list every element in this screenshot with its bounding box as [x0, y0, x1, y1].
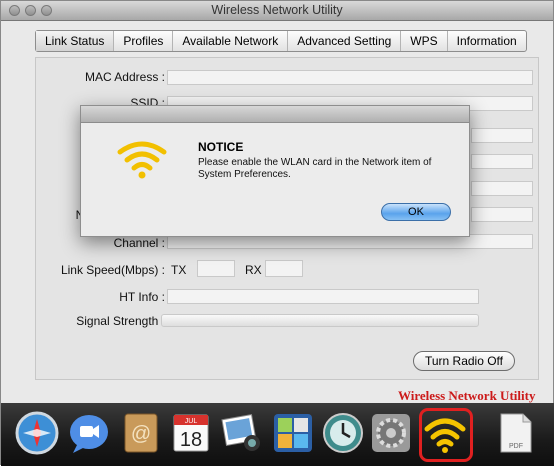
window-title: Wireless Network Utility: [211, 3, 343, 17]
link-speed-label: Link Speed(Mbps) :: [60, 263, 165, 277]
safari-icon[interactable]: [15, 411, 59, 455]
dock-highlight-frame: [419, 408, 473, 462]
svg-text:@: @: [131, 423, 151, 445]
ok-button[interactable]: OK: [381, 203, 451, 221]
spaces-icon[interactable]: [271, 411, 315, 455]
time-machine-icon[interactable]: [321, 411, 365, 455]
network-type-field: [471, 207, 533, 222]
ht-info-label: HT Info :: [119, 290, 165, 304]
rx-field: [265, 260, 303, 277]
mac-address-field: [167, 70, 533, 85]
tab-information[interactable]: Information: [448, 31, 526, 51]
brand-label: Wireless Network Utility: [398, 388, 536, 403]
notice-message: Please enable the WLAN card in the Netwo…: [198, 157, 432, 180]
ht-info-field: [167, 289, 479, 304]
tab-profiles[interactable]: Profiles: [114, 31, 174, 51]
pdf-label: PDF: [509, 443, 523, 450]
iphoto-icon[interactable]: [219, 411, 263, 455]
connection-field: [471, 181, 533, 196]
notice-dialog: NOTICE Please enable the WLAN card in th…: [80, 105, 470, 237]
tab-link-status[interactable]: Link Status: [36, 31, 115, 51]
dialog-title-bar: [81, 106, 469, 123]
ical-icon[interactable]: JUL 18: [169, 411, 213, 455]
tab-advanced-setting[interactable]: Advanced Setting: [288, 31, 402, 51]
tab-bar: Link Status Profiles Available Network A…: [35, 30, 527, 52]
tab-wps[interactable]: WPS: [401, 31, 448, 51]
mac-address-label: MAC Address :: [84, 70, 165, 84]
turn-radio-off-button[interactable]: Turn Radio Off: [413, 351, 515, 371]
ichat-icon[interactable]: [67, 411, 111, 455]
pdf-document-icon[interactable]: PDF: [493, 411, 537, 455]
calendar-month: JUL: [185, 418, 198, 425]
encryption-field: [471, 154, 533, 169]
tx-field: [197, 260, 235, 277]
channel-label: Channel :: [113, 236, 165, 250]
tab-available-network[interactable]: Available Network: [173, 31, 289, 51]
status-field: [471, 128, 533, 143]
calendar-day: 18: [180, 429, 202, 451]
signal-strength-label: Signal Strength :: [76, 314, 165, 328]
notice-title: NOTICE: [198, 140, 244, 154]
title-bar: Wireless Network Utility: [1, 1, 553, 21]
tx-label: TX: [171, 263, 187, 277]
rx-label: RX: [245, 263, 262, 277]
app-window: Wireless Network Utility Link Status Pro…: [0, 0, 554, 466]
system-preferences-icon[interactable]: [369, 411, 413, 455]
wifi-icon: [117, 141, 167, 179]
address-book-icon[interactable]: @: [119, 411, 163, 455]
signal-strength-bar: [161, 314, 479, 327]
